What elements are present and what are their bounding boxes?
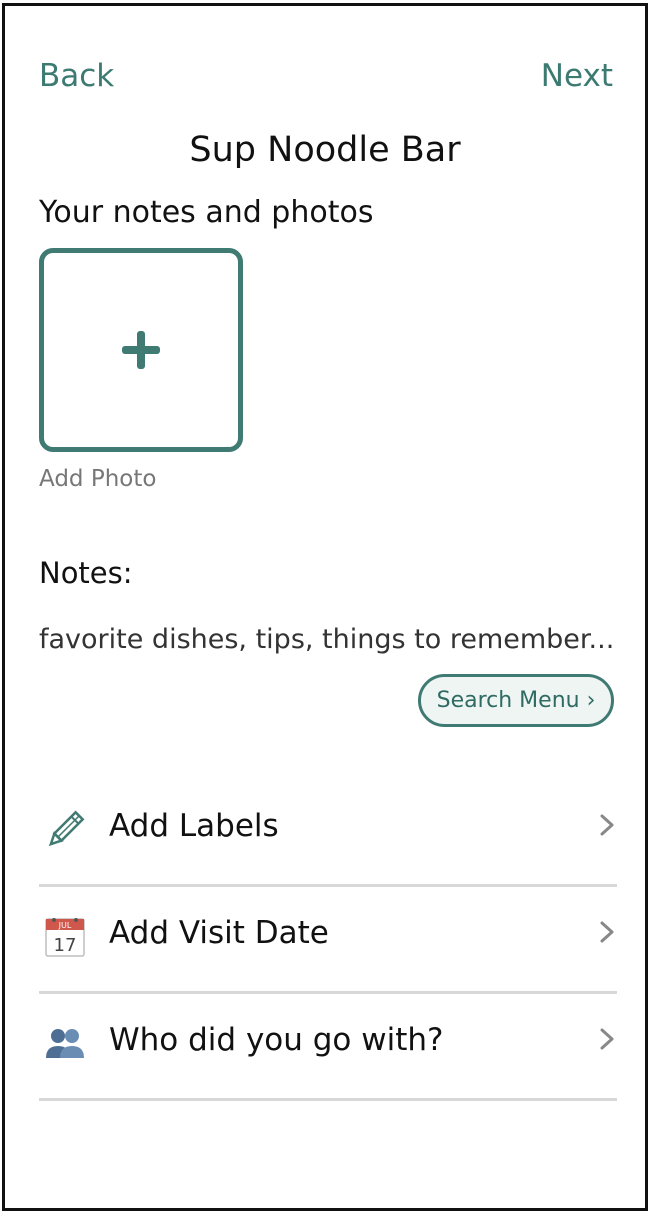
add-labels-row[interactable]: Add Labels <box>39 778 617 887</box>
add-visit-date-row[interactable]: JUL 17 Add Visit Date <box>39 885 617 994</box>
plus-icon <box>122 331 160 369</box>
calendar-day-text: 17 <box>54 935 77 956</box>
people-icon <box>43 1022 87 1066</box>
search-menu-button[interactable]: Search Menu › <box>418 674 614 727</box>
back-button[interactable]: Back <box>39 56 114 96</box>
chevron-right-icon <box>599 1027 615 1051</box>
companions-label: Who did you go with? <box>109 1022 444 1058</box>
add-photo-label: Add Photo <box>39 466 157 492</box>
chevron-right-icon <box>599 920 615 944</box>
notes-photos-heading: Your notes and photos <box>39 195 374 230</box>
pencil-icon <box>43 808 87 852</box>
next-button[interactable]: Next <box>541 56 613 96</box>
add-photo-button[interactable] <box>39 248 243 452</box>
notes-label: Notes: <box>39 556 133 590</box>
notes-input[interactable] <box>39 618 615 660</box>
companions-row[interactable]: Who did you go with? <box>39 992 617 1101</box>
add-labels-label: Add Labels <box>109 808 279 844</box>
chevron-right-icon <box>599 813 615 837</box>
page-title: Sup Noodle Bar <box>189 130 461 170</box>
calendar-icon: JUL 17 <box>43 915 87 959</box>
phone-frame: Back Next Sup Noodle Bar Your notes and … <box>2 3 648 1211</box>
add-visit-date-label: Add Visit Date <box>109 915 329 951</box>
calendar-month-text: JUL <box>58 921 72 930</box>
